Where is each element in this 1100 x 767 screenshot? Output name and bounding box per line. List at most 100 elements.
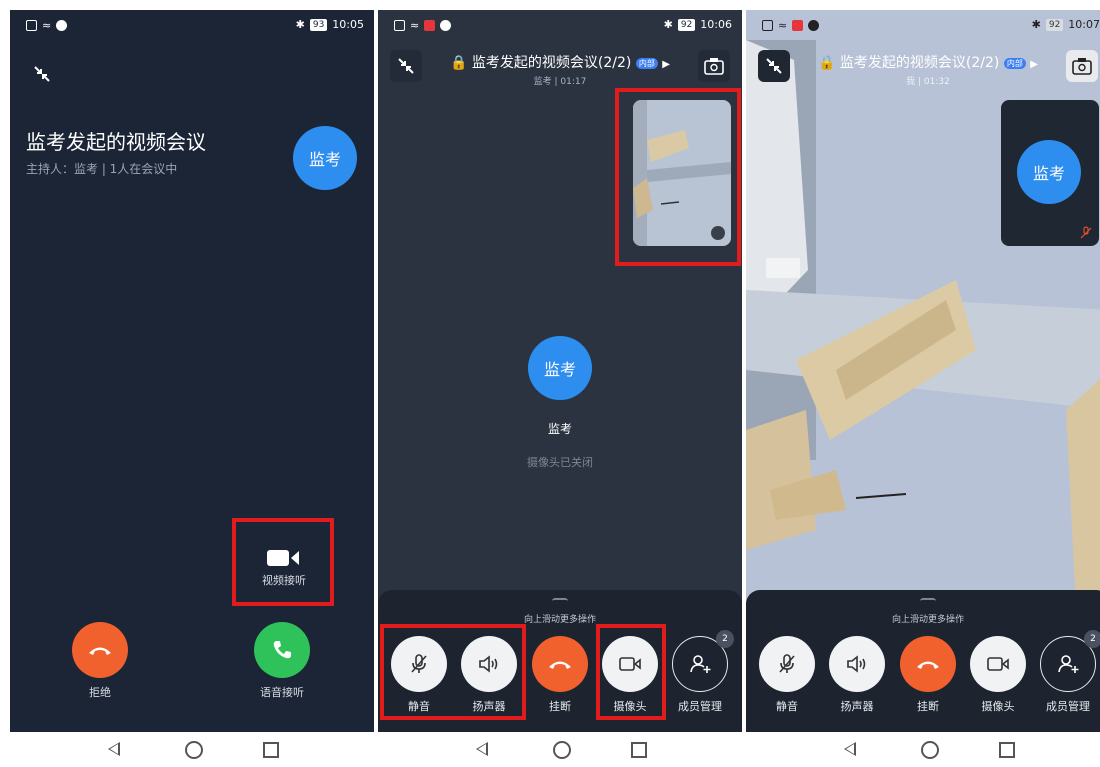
hang-up-icon [917,661,939,669]
minimize-button[interactable] [390,50,422,82]
reject-label: 拒绝 [89,686,111,699]
recent-apps-icon[interactable] [263,742,279,758]
host-info: 主持人：监考 | 1人在会议中 [26,162,178,176]
add-member-icon [1058,655,1079,673]
battery-level: 92 [1045,18,1064,31]
sheet-handle[interactable] [552,598,568,604]
add-member-icon [690,655,711,673]
speaker-icon [847,655,866,673]
video-camera-icon [987,657,1009,671]
phone-icon [273,641,291,659]
wifi-icon: ≈ [410,19,420,32]
member-management-label: 成员管理 [678,700,722,713]
mute-button[interactable] [759,636,815,692]
call-subtitle: 我 | 01:32 [906,77,950,87]
highlight-box [596,624,666,720]
navigation-bar [10,732,374,767]
bluetooth-icon: ✱ [1031,18,1041,31]
status-time: 10:06 [700,18,732,31]
switch-camera-button[interactable] [698,50,730,82]
minimize-icon [398,58,414,74]
bluetooth-icon: ✱ [295,18,305,31]
navigation-bar [378,732,742,767]
call-title: 监考发起的视频会议(2/2) [839,55,1000,71]
incoming-call-screen: ≈ ✱ 93 10:05 监考发起的视频会议 主持人：监考 | 1人在会议中 监考 … [10,10,374,732]
app-icon [440,20,452,31]
in-call-screen-camera-on: ≈ ✱ 92 10:07 🔒 监考发起的视频会议(2/2) 内部 ▶ 我 | 01:… [746,10,1100,732]
play-icon: ▶ [662,59,670,70]
member-count-badge: 2 [716,630,734,648]
lock-icon: 🔒 [450,55,468,71]
lock-icon: 🔒 [818,55,836,71]
hang-up-label: 挂断 [549,700,571,713]
minimize-icon [34,66,50,82]
speaker-button[interactable] [829,636,885,692]
home-icon[interactable] [921,741,939,759]
voice-answer-button[interactable] [254,622,310,678]
reject-button[interactable] [72,622,128,678]
minimize-icon [766,58,782,74]
recording-icon [792,20,804,31]
participant-name: 监考 [547,422,572,436]
recent-apps-icon[interactable] [999,742,1015,758]
highlight-box [615,88,741,266]
back-icon[interactable] [844,742,856,756]
member-count-badge: 2 [1084,630,1100,648]
caller-avatar: 监考 [293,126,357,190]
status-bar: ≈ ✱ 92 10:07 [746,10,1100,40]
app-icon [808,20,820,31]
participant-tile[interactable]: 监考 [1001,100,1099,246]
back-icon[interactable] [476,742,488,756]
mic-muted-icon [1080,226,1092,239]
speaker-label: 扬声器 [840,700,874,713]
camera-button[interactable] [970,636,1026,692]
home-icon[interactable] [553,741,571,759]
sheet-hint: 向上滑动更多操作 [891,615,964,625]
play-icon: ▶ [1030,59,1038,70]
minimize-button[interactable] [26,58,58,90]
highlight-box [232,518,334,606]
participant-avatar: 监考 [528,336,592,400]
meeting-title: 监考发起的视频会议 [26,130,206,154]
voice-answer-label: 语音接听 [260,686,304,699]
status-time: 10:07 [1068,18,1100,31]
call-title-bar: 🔒 监考发起的视频会议(2/2) 内部 ▶ 监考 | 01:17 [438,52,682,87]
status-bar: ≈ ✱ 93 10:05 [10,10,374,40]
switch-camera-button[interactable] [1066,50,1098,82]
switch-camera-icon [1072,58,1092,75]
hang-up-button[interactable] [900,636,956,692]
member-management-label: 成员管理 [1046,700,1090,713]
internal-tag: 内部 [635,57,658,69]
status-time: 10:05 [332,18,364,31]
camera-label: 摄像头 [981,700,1015,713]
battery-level: 93 [309,18,328,31]
back-icon[interactable] [108,742,120,756]
hang-up-icon [549,661,571,669]
mic-off-icon [779,654,795,673]
mute-label: 静音 [776,700,798,713]
wifi-icon: ≈ [778,19,788,32]
app-icon [56,20,68,31]
switch-camera-icon [704,58,724,75]
sim-icon [394,20,405,31]
hang-up-icon [89,647,111,655]
hang-up-button[interactable] [532,636,588,692]
call-title-bar: 🔒 监考发起的视频会议(2/2) 内部 ▶ 我 | 01:32 [806,52,1050,87]
highlight-box [380,624,526,720]
call-title: 监考发起的视频会议(2/2) [471,55,632,71]
control-sheet[interactable]: 向上滑动更多操作 静音 扬声器 挂断 摄像头 2 成员管理 [746,590,1100,732]
bluetooth-icon: ✱ [663,18,673,31]
recording-icon [424,20,436,31]
sim-icon [26,20,37,31]
in-call-screen-camera-off: ≈ ✱ 92 10:06 🔒 监考发起的视频会议(2/2) 内部 ▶ 监考 | 01… [378,10,742,732]
minimize-button[interactable] [758,50,790,82]
sheet-handle[interactable] [920,598,936,604]
internal-tag: 内部 [1003,57,1026,69]
home-icon[interactable] [185,741,203,759]
participant-avatar: 监考 [1017,140,1081,204]
battery-level: 92 [677,18,696,31]
wifi-icon: ≈ [42,19,52,32]
recent-apps-icon[interactable] [631,742,647,758]
hang-up-label: 挂断 [917,700,939,713]
sim-icon [762,20,773,31]
